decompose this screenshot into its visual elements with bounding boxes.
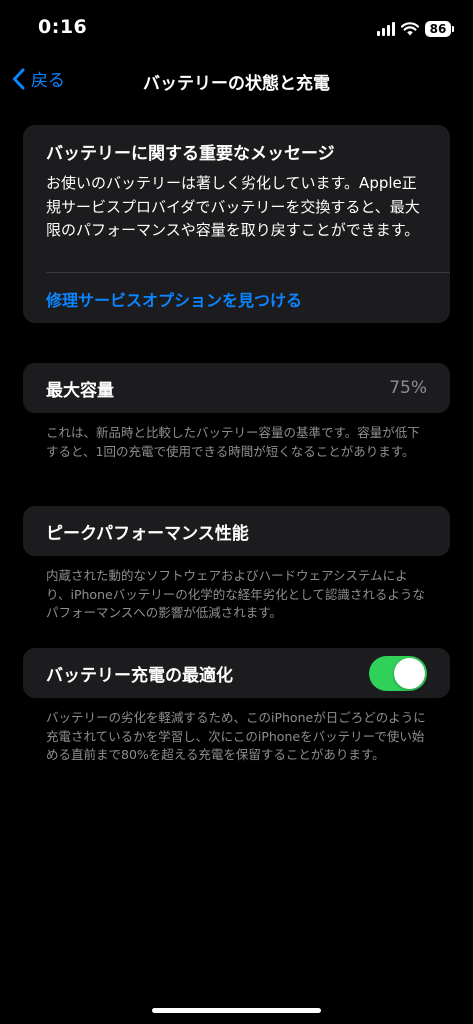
message-body: お使いのバッテリーは著しく劣化しています。Apple正規サービスプロバイダでバッ… [46,174,420,239]
toggle-knob [394,657,425,689]
optimized-charging-row: バッテリー充電の最適化 [23,648,450,698]
message-title: バッテリーに関する重要なメッセージ [46,144,335,164]
signal-icon [377,22,395,36]
max-capacity-footnote: これは、新品時と比較したバッテリー容量の基準です。容量が低下すると、1回の充電で… [46,425,420,459]
optimized-charging-label: バッテリー充電の最適化 [46,665,233,686]
battery-icon: 86 [425,21,454,37]
status-time: 0:16 [38,16,88,38]
home-indicator[interactable] [152,1008,321,1013]
max-capacity-value: 75% [389,378,427,398]
status-icons: 86 [377,19,454,39]
max-capacity-row: 最大容量 75% [23,363,450,413]
page-title: バッテリーの状態と充電 [143,74,330,94]
peak-performance-footnote: 内蔵された動的なソフトウェアおよびハードウェアシステムにより、iPhoneバッテ… [46,568,425,620]
peak-performance-row: ピークパフォーマンス性能 [23,506,450,556]
divider [46,272,450,273]
find-service-options-link[interactable]: 修理サービスオプションを見つける [46,287,302,311]
peak-performance-label: ピークパフォーマンス性能 [46,523,249,544]
battery-message-card: バッテリーに関する重要なメッセージ お使いのバッテリーは著しく劣化しています。A… [23,125,450,323]
optimized-charging-toggle[interactable] [369,655,427,691]
status-bar: 0:16 86 [0,0,473,56]
max-capacity-label: 最大容量 [46,380,114,401]
wifi-icon [401,22,419,36]
navigation-bar: 戻る バッテリーの状態と充電 [0,56,473,104]
optimized-charging-footnote: バッテリーの劣化を軽減するため、このiPhoneが日ごろどのように充電されている… [46,710,426,762]
